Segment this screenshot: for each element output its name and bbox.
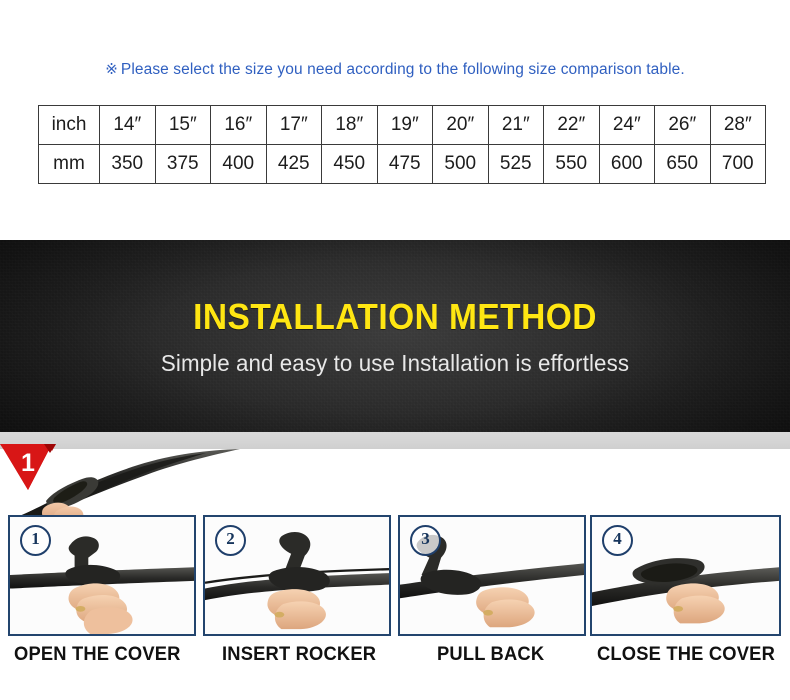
inch-cell-1: 14″: [99, 105, 156, 145]
installation-banner: INSTALLATION METHOD Simple and easy to u…: [0, 240, 790, 432]
inch-cell-5: 18″: [321, 105, 378, 145]
red-triangle-ribbon-icon: [0, 444, 56, 490]
inch-cell-2: 15″: [154, 105, 211, 145]
mm-cell-11: 650: [654, 144, 711, 184]
step-label-1: OPEN THE COVER: [14, 643, 181, 665]
step-badge-3: 3: [410, 525, 441, 556]
inch-cell-11: 26″: [654, 105, 711, 145]
step-badge-1: 1: [20, 525, 51, 556]
inch-cell-10: 24″: [598, 105, 655, 145]
installation-steps: 1 2 3 4: [0, 515, 790, 640]
step-labels-row: OPEN THE COVER INSERT ROCKER PULL BACK C…: [0, 643, 790, 673]
step-panel-2[interactable]: 2: [203, 515, 391, 636]
mm-cell-7: 500: [432, 144, 489, 184]
inch-cell-6: 19″: [376, 105, 433, 145]
gray-divider-strip: [0, 432, 790, 449]
banner-title: INSTALLATION METHOD: [193, 296, 597, 337]
mm-cell-12: 700: [709, 144, 766, 184]
mm-cell-10: 600: [598, 144, 655, 184]
mm-cell-9: 550: [543, 144, 600, 184]
size-note-text: Please select the size you need accordin…: [120, 61, 685, 78]
step-label-3: PULL BACK: [437, 643, 545, 665]
inch-cell-9: 22″: [543, 105, 600, 145]
mm-cell-3: 400: [210, 144, 267, 184]
table-row-inch: inch 14″ 15″ 16″ 17″ 18″ 19″ 20″ 21″ 22″…: [38, 105, 766, 145]
step-panel-3[interactable]: 3: [398, 515, 586, 636]
table-row-mm: mm 350 375 400 425 450 475 500 525 550 6…: [38, 144, 766, 184]
row-header-mm: mm: [38, 144, 100, 184]
mm-cell-4: 425: [265, 144, 322, 184]
step-panel-4[interactable]: 4: [590, 515, 781, 636]
size-table-wrapper: inch 14″ 15″ 16″ 17″ 18″ 19″ 20″ 21″ 22″…: [38, 105, 766, 184]
reference-mark-icon: ※: [105, 61, 118, 78]
hero-photo-area: [0, 449, 790, 515]
inch-cell-8: 21″: [487, 105, 544, 145]
inch-cell-7: 20″: [432, 105, 489, 145]
step-label-2: INSERT ROCKER: [222, 643, 377, 665]
step-ribbon-badge: 1: [0, 444, 56, 492]
inch-cell-3: 16″: [210, 105, 267, 145]
size-note: ※ Please select the size you need accordi…: [0, 60, 790, 79]
row-header-inch: inch: [38, 105, 100, 145]
mm-cell-6: 475: [376, 144, 433, 184]
step-label-4: CLOSE THE COVER: [597, 643, 775, 665]
inch-cell-12: 28″: [709, 105, 766, 145]
mm-cell-5: 450: [321, 144, 378, 184]
bottom-whitespace: [0, 673, 790, 700]
step-badge-2: 2: [215, 525, 246, 556]
size-comparison-section: ※ Please select the size you need accordi…: [0, 0, 790, 240]
mm-cell-8: 525: [487, 144, 544, 184]
step-badge-4: 4: [602, 525, 633, 556]
mm-cell-1: 350: [99, 144, 156, 184]
size-comparison-table: inch 14″ 15″ 16″ 17″ 18″ 19″ 20″ 21″ 22″…: [38, 105, 766, 184]
mm-cell-2: 375: [154, 144, 211, 184]
step-panel-1[interactable]: 1: [8, 515, 196, 636]
inch-cell-4: 17″: [265, 105, 322, 145]
banner-subtitle: Simple and easy to use Installation is e…: [160, 350, 630, 376]
